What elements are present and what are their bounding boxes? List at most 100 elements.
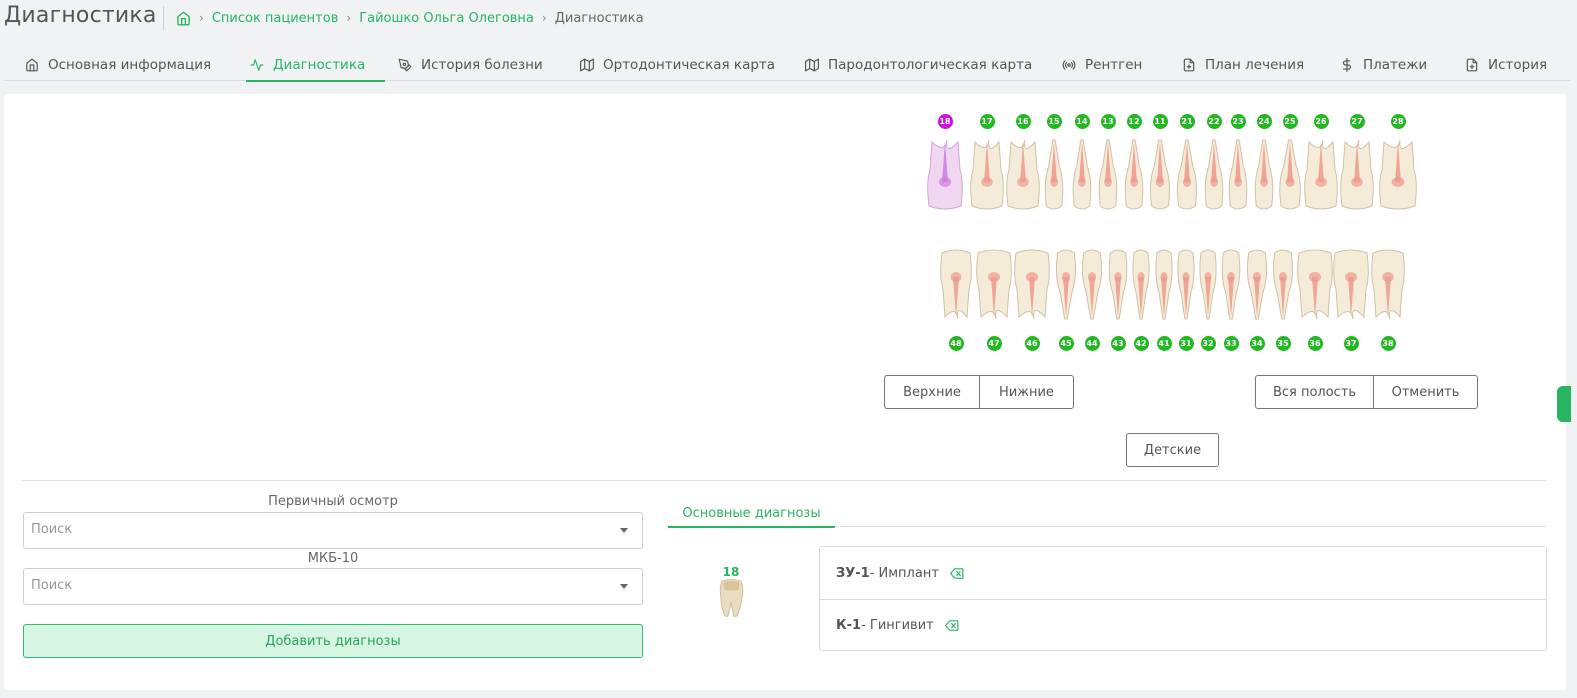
tooth-image[interactable] [926,138,964,212]
whole-mouth-button[interactable]: Вся полость [1255,375,1374,409]
tooth-image[interactable] [1276,138,1304,212]
tooth-image[interactable] [1303,138,1339,212]
tooth-number-42[interactable]: 42 [1133,335,1149,351]
tooth-image[interactable] [1197,247,1219,321]
tab-history-disease[interactable]: История болезни [398,48,543,81]
selected-tooth-icon [719,579,744,617]
tooth-image[interactable] [1013,247,1051,321]
tooth-number-44[interactable]: 44 [1084,335,1100,351]
tooth-number-37[interactable]: 37 [1343,335,1359,351]
tooth-image[interactable] [1202,138,1226,212]
icd10-select[interactable] [23,568,643,605]
tooth-number-46[interactable]: 46 [1024,335,1040,351]
tooth-image[interactable] [1339,138,1375,212]
tooth-number-17[interactable]: 17 [979,113,995,129]
tooth-number-33[interactable]: 33 [1223,335,1239,351]
upper-jaw-button[interactable]: Верхние [884,375,980,409]
breadcrumb-link-patients[interactable]: Список пациентов [212,11,339,26]
tooth-image[interactable] [1332,247,1370,321]
tab-main-diagnoses[interactable]: Основные диагнозы [668,500,835,528]
tab-history[interactable]: История [1465,48,1547,81]
tooth-number-15[interactable]: 15 [1046,113,1062,129]
tooth-number-21[interactable]: 21 [1179,113,1195,129]
tooth-image[interactable] [1106,247,1130,321]
tooth-number-13[interactable]: 13 [1100,113,1116,129]
tooth-number-25[interactable]: 25 [1282,113,1298,129]
tooth-image[interactable] [1005,138,1041,212]
tooth-number-28[interactable]: 28 [1390,113,1406,129]
lower-jaw-button[interactable]: Нижние [979,375,1074,409]
tab-periodontal-chart[interactable]: Пародонтологическая карта [805,48,1032,81]
selected-tooth-number: 18 [722,565,740,579]
cancel-selection-button[interactable]: Отменить [1373,375,1478,409]
tooth-image[interactable] [969,138,1005,212]
tooth-image[interactable] [1175,247,1197,321]
tooth-number-12[interactable]: 12 [1126,113,1142,129]
tooth-image[interactable] [975,247,1013,321]
tab-xray[interactable]: Рентген [1062,48,1142,81]
tooth-number-16[interactable]: 16 [1015,113,1031,129]
tooth-image[interactable] [1053,247,1079,321]
tooth-number-24[interactable]: 24 [1256,113,1272,129]
tooth-image[interactable] [1378,138,1418,212]
tooth-number-41[interactable]: 41 [1156,335,1172,351]
tooth-image[interactable] [1153,247,1175,321]
tab-treatment-plan[interactable]: План лечения [1182,48,1304,81]
tooth-image[interactable] [939,247,973,321]
tooth-number-18[interactable]: 18 [937,113,953,129]
tooth-number-48[interactable]: 48 [948,335,964,351]
tooth-image[interactable] [1147,138,1173,212]
tooth-number-27[interactable]: 27 [1349,113,1365,129]
icd10-label: МКБ-10 [307,551,359,566]
tooth-image[interactable] [1219,247,1243,321]
tooth-number-26[interactable]: 26 [1313,113,1329,129]
tooth-number-45[interactable]: 45 [1058,335,1074,351]
tooth-number-22[interactable]: 22 [1206,113,1222,129]
tooth-image[interactable] [1130,247,1152,321]
tooth-image[interactable] [1096,138,1120,212]
tooth-number-43[interactable]: 43 [1110,335,1126,351]
tooth-image[interactable] [1226,138,1250,212]
tooth-image[interactable] [1079,247,1105,321]
icd10-search-input[interactable] [31,578,591,593]
primary-exam-select[interactable] [23,512,643,549]
home-icon[interactable] [176,11,191,26]
caret-down-icon[interactable] [620,528,628,533]
breadcrumb-link-patient[interactable]: Гайошко Ольга Олеговна [359,11,534,26]
tooth-number-23[interactable]: 23 [1230,113,1246,129]
side-panel-handle[interactable] [1557,386,1571,422]
tab-label: Диагностика [273,56,366,73]
tooth-image[interactable] [1270,247,1296,321]
tooth-number-14[interactable]: 14 [1074,113,1090,129]
tooth-image[interactable] [1296,247,1334,321]
section-divider [22,480,1546,481]
tooth-number-32[interactable]: 32 [1200,335,1216,351]
tooth-image[interactable] [1252,138,1276,212]
tooth-number-36[interactable]: 36 [1307,335,1323,351]
tab-label: План лечения [1205,56,1305,73]
tab-payments[interactable]: Платежи [1340,48,1427,81]
tooth-number-47[interactable]: 47 [986,335,1002,351]
tooth-number-38[interactable]: 38 [1380,335,1396,351]
tooth-image[interactable] [1070,138,1094,212]
tooth-number-35[interactable]: 35 [1275,335,1291,351]
caret-down-icon[interactable] [620,584,628,589]
diagnoses-list: ЗУ-1 - Имплант К-1 - Гингивит [819,546,1547,651]
delete-icon[interactable] [944,620,959,631]
tab-diagnostics[interactable]: Диагностика [245,48,386,82]
tab-main-info[interactable]: Основная информация [25,48,211,81]
tab-label: Платежи [1363,56,1428,73]
tooth-image[interactable] [1042,138,1066,212]
tooth-image[interactable] [1244,247,1270,321]
tooth-image[interactable] [1122,138,1146,212]
tooth-number-31[interactable]: 31 [1178,335,1194,351]
tooth-image[interactable] [1370,247,1406,321]
delete-icon[interactable] [949,567,964,579]
tab-orthodontic-chart[interactable]: Ортодонтическая карта [580,48,775,81]
tooth-number-11[interactable]: 11 [1152,113,1168,129]
tooth-image[interactable] [1174,138,1200,212]
add-diagnoses-button[interactable]: Добавить диагнозы [23,624,643,658]
primary-exam-search-input[interactable] [31,522,591,537]
tooth-number-34[interactable]: 34 [1249,335,1265,351]
kids-teeth-button[interactable]: Детские [1126,433,1219,467]
